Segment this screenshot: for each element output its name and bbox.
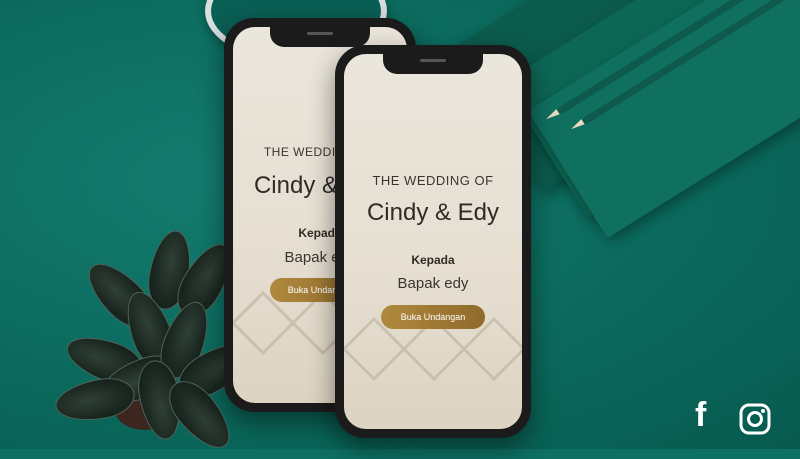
open-invitation-button[interactable]: Buka Undangan: [381, 305, 485, 329]
speaker: [307, 32, 333, 35]
facebook-icon[interactable]: f: [695, 398, 706, 432]
couple-names: Cindy & Edy: [366, 199, 500, 226]
phone-front: THE WEDDING OF Cindy & Edy Kepada Bapak …: [335, 45, 531, 438]
guest-name: Bapak edy: [397, 275, 469, 292]
to-label: Kepada: [411, 253, 455, 267]
phone-notch: [270, 27, 370, 47]
phone-front-screen: THE WEDDING OF Cindy & Edy Kepada Bapak …: [344, 54, 522, 429]
phone-notch: [383, 54, 483, 74]
speaker: [420, 59, 446, 62]
instagram-icon[interactable]: [739, 403, 771, 435]
wedding-heading: THE WEDDING OF: [372, 173, 494, 188]
